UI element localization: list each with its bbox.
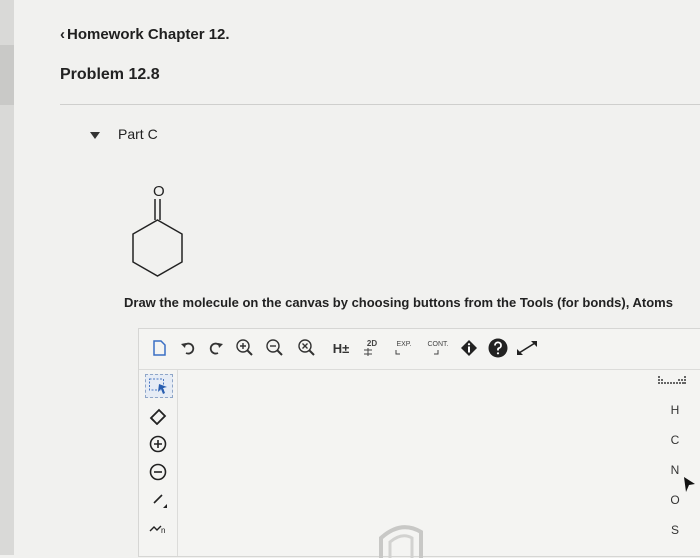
partial-ring-shape <box>379 525 423 558</box>
molecule-editor: H± 2D EXP. CONT. n H C N O S <box>138 328 700 558</box>
cyclohexanone-structure: O <box>118 180 198 285</box>
part-label: Part C <box>118 126 158 142</box>
periodic-table-button[interactable] <box>657 375 687 389</box>
eraser-tool-button[interactable] <box>145 405 171 427</box>
page-title: Problem 12.8 <box>60 66 160 83</box>
expand-arrows-icon <box>517 341 537 355</box>
chain-label: n <box>161 526 165 535</box>
minus-circle-icon <box>149 463 167 481</box>
chevron-left-icon: ‹ <box>60 26 65 43</box>
redo-button[interactable] <box>207 337 225 359</box>
help-icon <box>488 338 508 358</box>
chain-icon: n <box>149 525 165 535</box>
plus-circle-icon <box>149 435 167 453</box>
positive-charge-button[interactable] <box>145 433 171 455</box>
negative-charge-button[interactable] <box>145 461 171 483</box>
info-button[interactable] <box>459 337 479 359</box>
zoom-in-icon <box>236 339 253 356</box>
single-bond-button[interactable] <box>145 489 171 511</box>
zoom-out-icon <box>266 339 283 356</box>
mouse-pointer-icon <box>684 477 695 492</box>
atom-n-button[interactable]: N <box>649 463 700 477</box>
zoom-out-button[interactable] <box>265 337 285 359</box>
atom-h-button[interactable]: H <box>649 403 700 417</box>
bond-tools-panel: n <box>139 369 178 556</box>
expand-label: EXP. <box>396 341 412 348</box>
new-document-button[interactable] <box>151 337 167 359</box>
atom-c-button[interactable]: C <box>649 433 700 447</box>
chain-tool-button[interactable]: n <box>145 517 171 539</box>
eraser-icon <box>149 408 167 425</box>
atom-s-button[interactable]: S <box>649 523 700 537</box>
clean-2d-button[interactable]: 2D <box>361 337 383 359</box>
fullscreen-button[interactable] <box>515 337 539 359</box>
left-edge-highlight <box>0 45 14 105</box>
undo-icon <box>181 342 195 355</box>
clear-icon <box>298 339 315 356</box>
atoms-panel: H C N O S <box>649 369 700 556</box>
part-c-toggle[interactable]: Part C <box>90 126 158 142</box>
contract-button[interactable]: CONT. <box>423 337 453 359</box>
contract-bracket-icon <box>434 350 439 355</box>
clear-button[interactable] <box>297 337 317 359</box>
zoom-in-button[interactable] <box>235 337 255 359</box>
help-button[interactable] <box>487 337 509 359</box>
atom-o-button[interactable]: O <box>649 493 700 507</box>
clean-2d-label: 2D <box>366 339 378 348</box>
caret-down-icon <box>90 131 100 139</box>
undo-button[interactable] <box>179 337 197 359</box>
back-link-label: Homework Chapter 12. <box>67 26 230 43</box>
contract-label: CONT. <box>427 341 449 348</box>
periodic-table-icon <box>658 376 686 384</box>
back-to-chapter-link[interactable]: ‹ Homework Chapter 12. <box>60 26 230 43</box>
document-icon <box>153 340 166 356</box>
instructions-text: Draw the molecule on the canvas by choos… <box>124 295 673 310</box>
left-edge-strip <box>0 0 14 555</box>
info-icon <box>461 340 477 356</box>
oxygen-atom-label: O <box>153 183 165 200</box>
expand-button[interactable]: EXP. <box>391 337 417 359</box>
redo-icon <box>209 342 223 355</box>
single-bond-icon <box>153 494 167 508</box>
lasso-select-icon <box>149 378 167 394</box>
clean-2d-icon <box>364 348 372 356</box>
editor-toolbar: H± 2D EXP. CONT. <box>139 329 700 370</box>
divider <box>60 104 700 105</box>
expand-bracket-icon <box>395 350 400 355</box>
select-tool-button[interactable] <box>145 374 173 398</box>
hydrogen-toggle-button[interactable]: H± <box>329 337 353 359</box>
drawing-canvas[interactable] <box>178 370 648 558</box>
